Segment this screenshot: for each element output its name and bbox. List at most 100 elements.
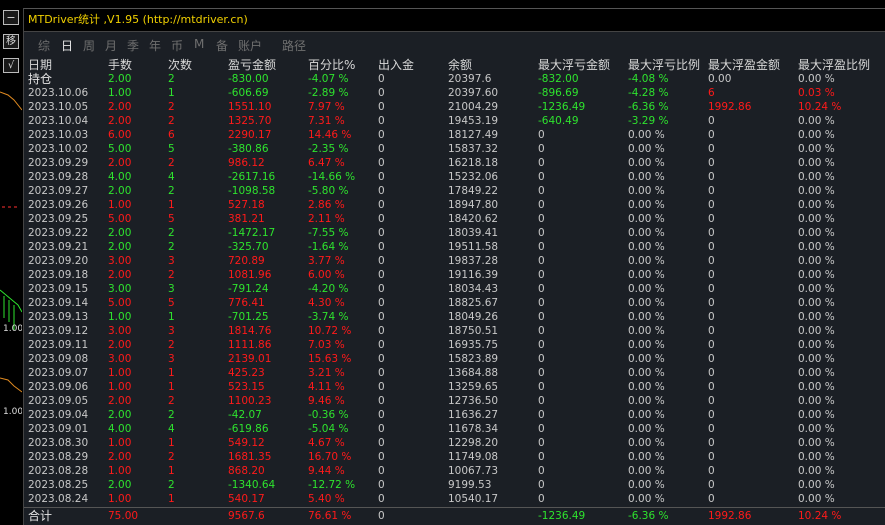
table-row[interactable]: 2023.09.20 3.00 3 720.89 3.77 % 0 19837.28 0 0.0… [24, 254, 885, 268]
table-row[interactable]: 2023.08.29 2.00 2 1681.35 16.70 % 0 11749.08 0 0… [24, 450, 885, 464]
column-header-10[interactable]: 最大浮盈比例 [798, 56, 870, 73]
table-row[interactable]: 2023.10.03 6.00 6 2290.17 14.46 % 0 18127.49 0 0… [24, 128, 885, 142]
table-cell: 4.30 % [308, 297, 345, 309]
table-cell: 0 [378, 241, 385, 253]
tab-0[interactable]: 综 [38, 37, 50, 54]
table-cell: 0 [708, 157, 715, 169]
table-row[interactable]: 2023.09.28 4.00 4 -2617.16 -14.66 % 0 15232.06… [24, 170, 885, 184]
table-cell: 2139.01 [228, 353, 272, 365]
table-row[interactable]: 2023.09.06 1.00 1 523.15 4.11 % 0 13259.65 0 0.0… [24, 380, 885, 394]
table-cell: 0.00 % [798, 255, 835, 267]
column-header-6[interactable]: 余额 [448, 56, 472, 73]
tab-6[interactable]: 币 [171, 37, 183, 54]
table-cell: 3.00 [108, 255, 132, 267]
table-cell: 0.00 % [628, 367, 665, 379]
table-cell: 527.18 [228, 199, 265, 211]
table-cell: 0.00 % [628, 213, 665, 225]
table-row[interactable]: 2023.09.11 2.00 2 1111.86 7.03 % 0 16935.75 0 0.… [24, 338, 885, 352]
table-cell: 0 [378, 325, 385, 337]
tab-7[interactable]: M [194, 37, 204, 51]
column-header-1[interactable]: 手数 [108, 56, 132, 73]
table-row[interactable]: 2023.08.24 1.00 1 540.17 5.40 % 0 10540.17 0 0.0… [24, 492, 885, 506]
table-row[interactable]: 2023.10.02 5.00 5 -380.86 -2.35 % 0 15837.32 0 0… [24, 142, 885, 156]
table-cell: -12.72 % [308, 479, 356, 491]
total-cell: -1236.49 [538, 510, 586, 522]
table-row[interactable]: 2023.09.15 3.00 3 -791.24 -4.20 % 0 18034.43 0 0… [24, 282, 885, 296]
table-cell: 0 [538, 353, 545, 365]
table-cell: -5.04 % [308, 423, 349, 435]
column-header-2[interactable]: 次数 [168, 56, 192, 73]
table-cell: 2023.09.22 [28, 227, 89, 239]
table-cell: 2 [168, 451, 175, 463]
table-row[interactable]: 2023.09.22 2.00 2 -1472.17 -7.55 % 0 18039.41 0… [24, 226, 885, 240]
table-cell: 0.00 % [628, 297, 665, 309]
tab-1[interactable]: 日 [61, 37, 73, 54]
table-row[interactable]: 2023.10.04 2.00 2 1325.70 7.31 % 0 19453.19 -64… [24, 114, 885, 128]
tab-8[interactable]: 备 [216, 37, 228, 54]
table-cell: 2023.09.13 [28, 311, 89, 323]
table-row[interactable]: 2023.09.18 2.00 2 1081.96 6.00 % 0 19116.39 0 0.… [24, 268, 885, 282]
table-cell: 18127.49 [448, 129, 499, 141]
column-header-0[interactable]: 日期 [28, 56, 52, 73]
minimize-button[interactable]: − [3, 10, 19, 25]
table-cell: 0.00 % [628, 129, 665, 141]
table-cell: 0.00 % [798, 381, 835, 393]
table-row[interactable]: 2023.09.01 4.00 4 -619.86 -5.04 % 0 11678.34 0 0… [24, 422, 885, 436]
table-row[interactable]: 2023.08.30 1.00 1 549.12 4.67 % 0 12298.20 0 0.0… [24, 436, 885, 450]
table-cell: -619.86 [228, 423, 269, 435]
table-cell: -1.64 % [308, 241, 349, 253]
table-cell: 2023.09.25 [28, 213, 89, 225]
table-row[interactable]: 2023.10.06 1.00 1 -606.69 -2.89 % 0 20397.60 -8… [24, 86, 885, 100]
table-row[interactable]: 2023.09.29 2.00 2 986.12 6.47 % 0 16218.18 0 0.0… [24, 156, 885, 170]
tab-2[interactable]: 周 [83, 37, 95, 54]
table-row[interactable]: 2023.09.26 1.00 1 527.18 2.86 % 0 18947.80 0 0.0… [24, 198, 885, 212]
table-cell: 0.00 % [628, 311, 665, 323]
table-row[interactable]: 2023.10.05 2.00 2 1551.10 7.97 % 0 21004.29 -12… [24, 100, 885, 114]
check-button[interactable]: √ [3, 58, 19, 73]
tab-3[interactable]: 月 [105, 37, 117, 54]
tab-5[interactable]: 年 [149, 37, 161, 54]
table-cell: 1 [168, 465, 175, 477]
price-label: 1.00 [3, 324, 22, 334]
column-header-5[interactable]: 出入金 [378, 56, 414, 73]
chart-left-edge: − 移 √ 1.00 1.00 [0, 0, 22, 525]
table-cell: 2.00 [108, 451, 132, 463]
column-header-8[interactable]: 最大浮亏比例 [628, 56, 700, 73]
table-cell: 7.97 % [308, 101, 345, 113]
column-header-4[interactable]: 百分比% [308, 56, 355, 73]
table-row[interactable]: 2023.09.05 2.00 2 1100.23 9.46 % 0 12736.50 0 0.… [24, 394, 885, 408]
table-row[interactable]: 2023.09.21 2.00 2 -325.70 -1.64 % 0 19511.58 0 0… [24, 240, 885, 254]
table-cell: 2.00 [108, 101, 132, 113]
total-row: 合计 75.00 9567.6 76.61 % 0 -1236.49 -6.36 % 1992… [24, 507, 885, 524]
table-row[interactable]: 2023.09.25 5.00 5 381.21 2.11 % 0 18420.62 0 0.0… [24, 212, 885, 226]
column-header-7[interactable]: 最大浮亏金额 [538, 56, 610, 73]
move-button[interactable]: 移 [3, 34, 19, 49]
table-row[interactable]: 2023.09.13 1.00 1 -701.25 -3.74 % 0 18049.26 0 0… [24, 310, 885, 324]
table-row[interactable]: 2023.09.08 3.00 3 2139.01 15.63 % 0 15823.89 0 0… [24, 352, 885, 366]
table-cell: 0 [538, 381, 545, 393]
table-row[interactable]: 2023.09.04 2.00 2 -42.07 -0.36 % 0 11636.27 0 0.… [24, 408, 885, 422]
table-cell: 0.00 % [628, 437, 665, 449]
column-header-3[interactable]: 盈亏金额 [228, 56, 276, 73]
table-cell: 13684.88 [448, 367, 499, 379]
table-row[interactable]: 2023.09.07 1.00 1 425.23 3.21 % 0 13684.88 0 0.0… [24, 366, 885, 380]
table-row[interactable]: 2023.08.28 1.00 1 868.20 9.44 % 0 10067.73 0 0.0… [24, 464, 885, 478]
table-cell: 12298.20 [448, 437, 499, 449]
column-header-9[interactable]: 最大浮盈金额 [708, 56, 780, 73]
tab-4[interactable]: 季 [127, 37, 139, 54]
table-cell: 0.00 % [798, 227, 835, 239]
table-row[interactable]: 2023.08.25 2.00 2 -1340.64 -12.72 % 0 9199.53 0… [24, 478, 885, 492]
tab-9[interactable]: 账户 [238, 37, 262, 54]
table-row[interactable]: 2023.09.14 5.00 5 776.41 4.30 % 0 18825.67 0 0.0… [24, 296, 885, 310]
table-cell: -791.24 [228, 283, 269, 295]
table-row[interactable]: 持仓 2.00 2 -830.00 -4.07 % 0 20397.6 -832.00 -4.0… [24, 72, 885, 86]
table-cell: 4.00 [108, 423, 132, 435]
table-cell: 2023.09.07 [28, 367, 89, 379]
table-cell: 10.72 % [308, 325, 352, 337]
table-cell: 0.00 % [628, 199, 665, 211]
table-cell: 0 [538, 395, 545, 407]
table-row[interactable]: 2023.09.27 2.00 2 -1098.58 -5.80 % 0 17849.22 0… [24, 184, 885, 198]
table-cell: -830.00 [228, 73, 269, 85]
tab-10[interactable]: 路径 [282, 37, 306, 54]
table-row[interactable]: 2023.09.12 3.00 3 1814.76 10.72 % 0 18750.51 0 0… [24, 324, 885, 338]
